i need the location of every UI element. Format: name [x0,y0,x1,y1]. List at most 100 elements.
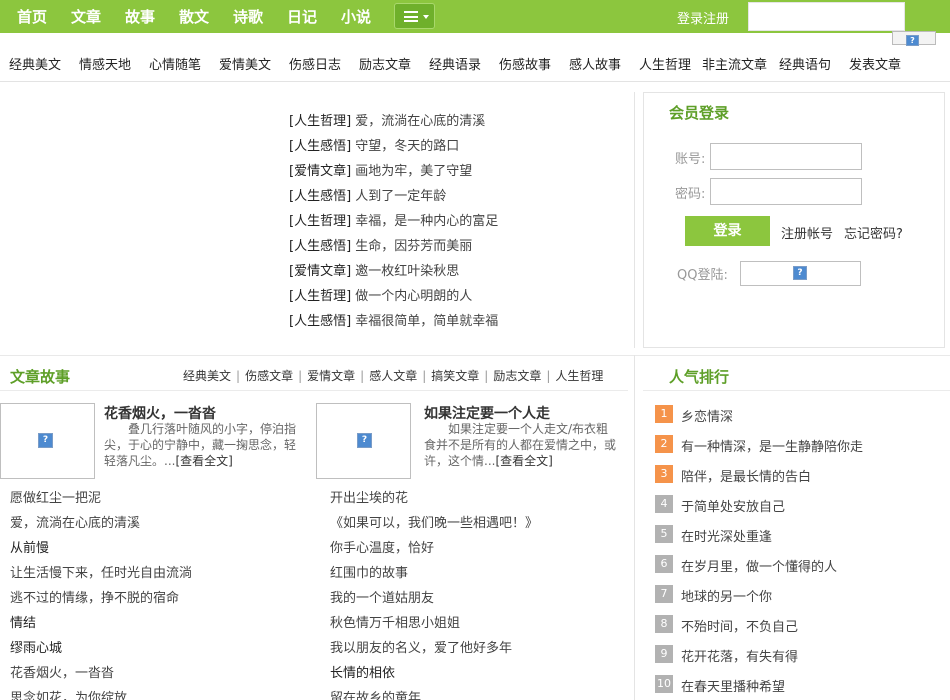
headline-tag[interactable]: [人生感悟] [289,314,351,329]
rank-title[interactable]: 有一种情深，是一生静静陪你走 [681,436,863,455]
subnav-link[interactable]: 人生哲理 [555,369,603,383]
category-link[interactable]: 励志文章 [359,54,411,73]
category-link[interactable]: 经典语录 [429,54,481,73]
category-link[interactable]: 经典美文 [9,54,61,73]
list-item[interactable]: 缪雨心城 [10,637,192,662]
broken-image-icon: ? [357,433,372,448]
headline-title[interactable]: 爱，流淌在心底的清溪 [355,114,485,129]
list-item[interactable]: 从前慢 [10,537,192,562]
headline-title[interactable]: 人到了一定年龄 [355,189,446,204]
list-item[interactable]: [人生哲理] 爱，流淌在心底的清溪 [289,110,498,135]
featured-thumbnail[interactable]: ? [316,403,411,479]
headline-title[interactable]: 守望，冬天的路口 [355,139,459,154]
category-link[interactable]: 爱情美文 [219,54,271,73]
featured-title[interactable]: 如果注定要一个人走 [424,403,550,423]
subnav-link[interactable]: 感人文章 [369,369,417,383]
search-input[interactable] [748,2,905,31]
list-item[interactable]: 愿做红尘一把泥 [10,487,192,512]
list-item[interactable]: [人生感悟] 生命，因芬芳而美丽 [289,235,498,260]
post-article-link[interactable]: 发表文章 [849,54,901,73]
list-item[interactable]: 花香烟火，一沓沓 [10,662,192,687]
category-link[interactable]: 伤感故事 [499,54,551,73]
nav-stories[interactable]: 故事 [125,6,155,27]
subnav-link[interactable]: 经典美文 [183,369,231,383]
list-item[interactable]: [人生感悟] 幸福很简单，简单就幸福 [289,310,498,335]
rank-number: 6 [655,555,673,573]
list-item[interactable]: 《如果可以，我们晚一些相遇吧！》 [330,512,538,537]
category-link[interactable]: 非主流文章 [702,54,767,73]
subnav-link[interactable]: 伤感文章 [245,369,293,383]
divider [634,355,635,700]
nav-home[interactable]: 首页 [17,6,47,27]
nav-poetry[interactable]: 诗歌 [233,6,263,27]
list-item[interactable]: [人生哲理] 做一个内心明朗的人 [289,285,498,310]
list-item[interactable]: 我以朋友的名义，爱了他好多年 [330,637,538,662]
list-item[interactable]: [人生哲理] 幸福，是一种内心的富足 [289,210,498,235]
list-item[interactable]: [爱情文章] 邀一枚红叶染秋思 [289,260,498,285]
list-item[interactable]: [爱情文章] 画地为牢，美了守望 [289,160,498,185]
headline-tag[interactable]: [人生感悟] [289,239,351,254]
list-item[interactable]: 让生活慢下来，任时光自由流淌 [10,562,192,587]
category-link[interactable]: 情感天地 [79,54,131,73]
list-item[interactable]: 情结 [10,612,192,637]
rank-title[interactable]: 不殆时间，不负自己 [681,616,798,635]
category-link[interactable]: 人生哲理 [639,54,691,73]
list-item[interactable]: [人生感悟] 守望，冬天的路口 [289,135,498,160]
headline-tag[interactable]: [人生哲理] [289,214,351,229]
list-item[interactable]: 留在故乡的童年 [330,687,538,700]
headline-title[interactable]: 幸福，是一种内心的富足 [355,214,498,229]
rank-title[interactable]: 地球的另一个你 [681,586,772,605]
headline-tag[interactable]: [人生哲理] [289,114,351,129]
read-more-link[interactable]: [查看全文] [175,454,232,468]
menu-dropdown-button[interactable] [394,3,435,29]
nav-novels[interactable]: 小说 [341,6,371,27]
nav-prose[interactable]: 散文 [179,6,209,27]
password-input[interactable] [710,178,862,205]
rank-title[interactable]: 乡恋情深 [681,406,733,425]
headline-title[interactable]: 生命，因芬芳而美丽 [355,239,472,254]
category-link[interactable]: 经典语句 [779,54,831,73]
list-item[interactable]: 长情的相依 [330,662,538,687]
list-item[interactable]: 我的一个道姑朋友 [330,587,538,612]
featured-thumbnail[interactable]: ? [0,403,95,479]
forgot-password-link[interactable]: 忘记密码? [844,223,903,242]
category-link[interactable]: 伤感日志 [289,54,341,73]
subnav-link[interactable]: 励志文章 [493,369,541,383]
rank-title[interactable]: 在时光深处重逢 [681,526,772,545]
account-input[interactable] [710,143,862,170]
nav-articles[interactable]: 文章 [71,6,101,27]
category-link[interactable]: 心情随笔 [149,54,201,73]
headline-title[interactable]: 画地为牢，美了守望 [355,164,472,179]
headline-title[interactable]: 幸福很简单，简单就幸福 [355,314,498,329]
login-button[interactable]: 登录 [685,216,770,246]
headline-tag[interactable]: [爱情文章] [289,164,351,179]
list-item[interactable]: 爱，流淌在心底的清溪 [10,512,192,537]
headline-title[interactable]: 邀一枚红叶染秋思 [355,264,459,279]
headline-tag[interactable]: [人生哲理] [289,289,351,304]
rank-title[interactable]: 于简单处安放自己 [681,496,785,515]
rank-title[interactable]: 陪伴，是最长情的告白 [681,466,811,485]
subnav-link[interactable]: 搞笑文章 [431,369,479,383]
qq-login-button[interactable]: ? [740,261,861,286]
subnav-link[interactable]: 爱情文章 [307,369,355,383]
headline-tag[interactable]: [人生感悟] [289,139,351,154]
list-item[interactable]: [人生感悟] 人到了一定年龄 [289,185,498,210]
list-item[interactable]: 红围巾的故事 [330,562,538,587]
list-item[interactable]: 开出尘埃的花 [330,487,538,512]
category-link[interactable]: 感人故事 [569,54,621,73]
headline-title[interactable]: 做一个内心明朗的人 [355,289,472,304]
rank-title[interactable]: 在岁月里，做一个懂得的人 [681,556,837,575]
list-item[interactable]: 逃不过的情缘，挣不脱的宿命 [10,587,192,612]
featured-title[interactable]: 花香烟火，一沓沓 [104,403,216,423]
nav-diary[interactable]: 日记 [287,6,317,27]
headline-tag[interactable]: [人生感悟] [289,189,351,204]
list-item[interactable]: 思念如花，为你绽放 [10,687,192,700]
list-item[interactable]: 秋色情万千相思小姐姐 [330,612,538,637]
headline-tag[interactable]: [爱情文章] [289,264,351,279]
login-register-link[interactable]: 登录注册 [677,8,729,27]
register-link[interactable]: 注册帐号 [781,223,833,242]
read-more-link[interactable]: [查看全文] [495,454,552,468]
rank-title[interactable]: 花开花落，有失有得 [681,646,798,665]
rank-title[interactable]: 在春天里播种希望 [681,676,785,695]
list-item[interactable]: 你手心温度，恰好 [330,537,538,562]
